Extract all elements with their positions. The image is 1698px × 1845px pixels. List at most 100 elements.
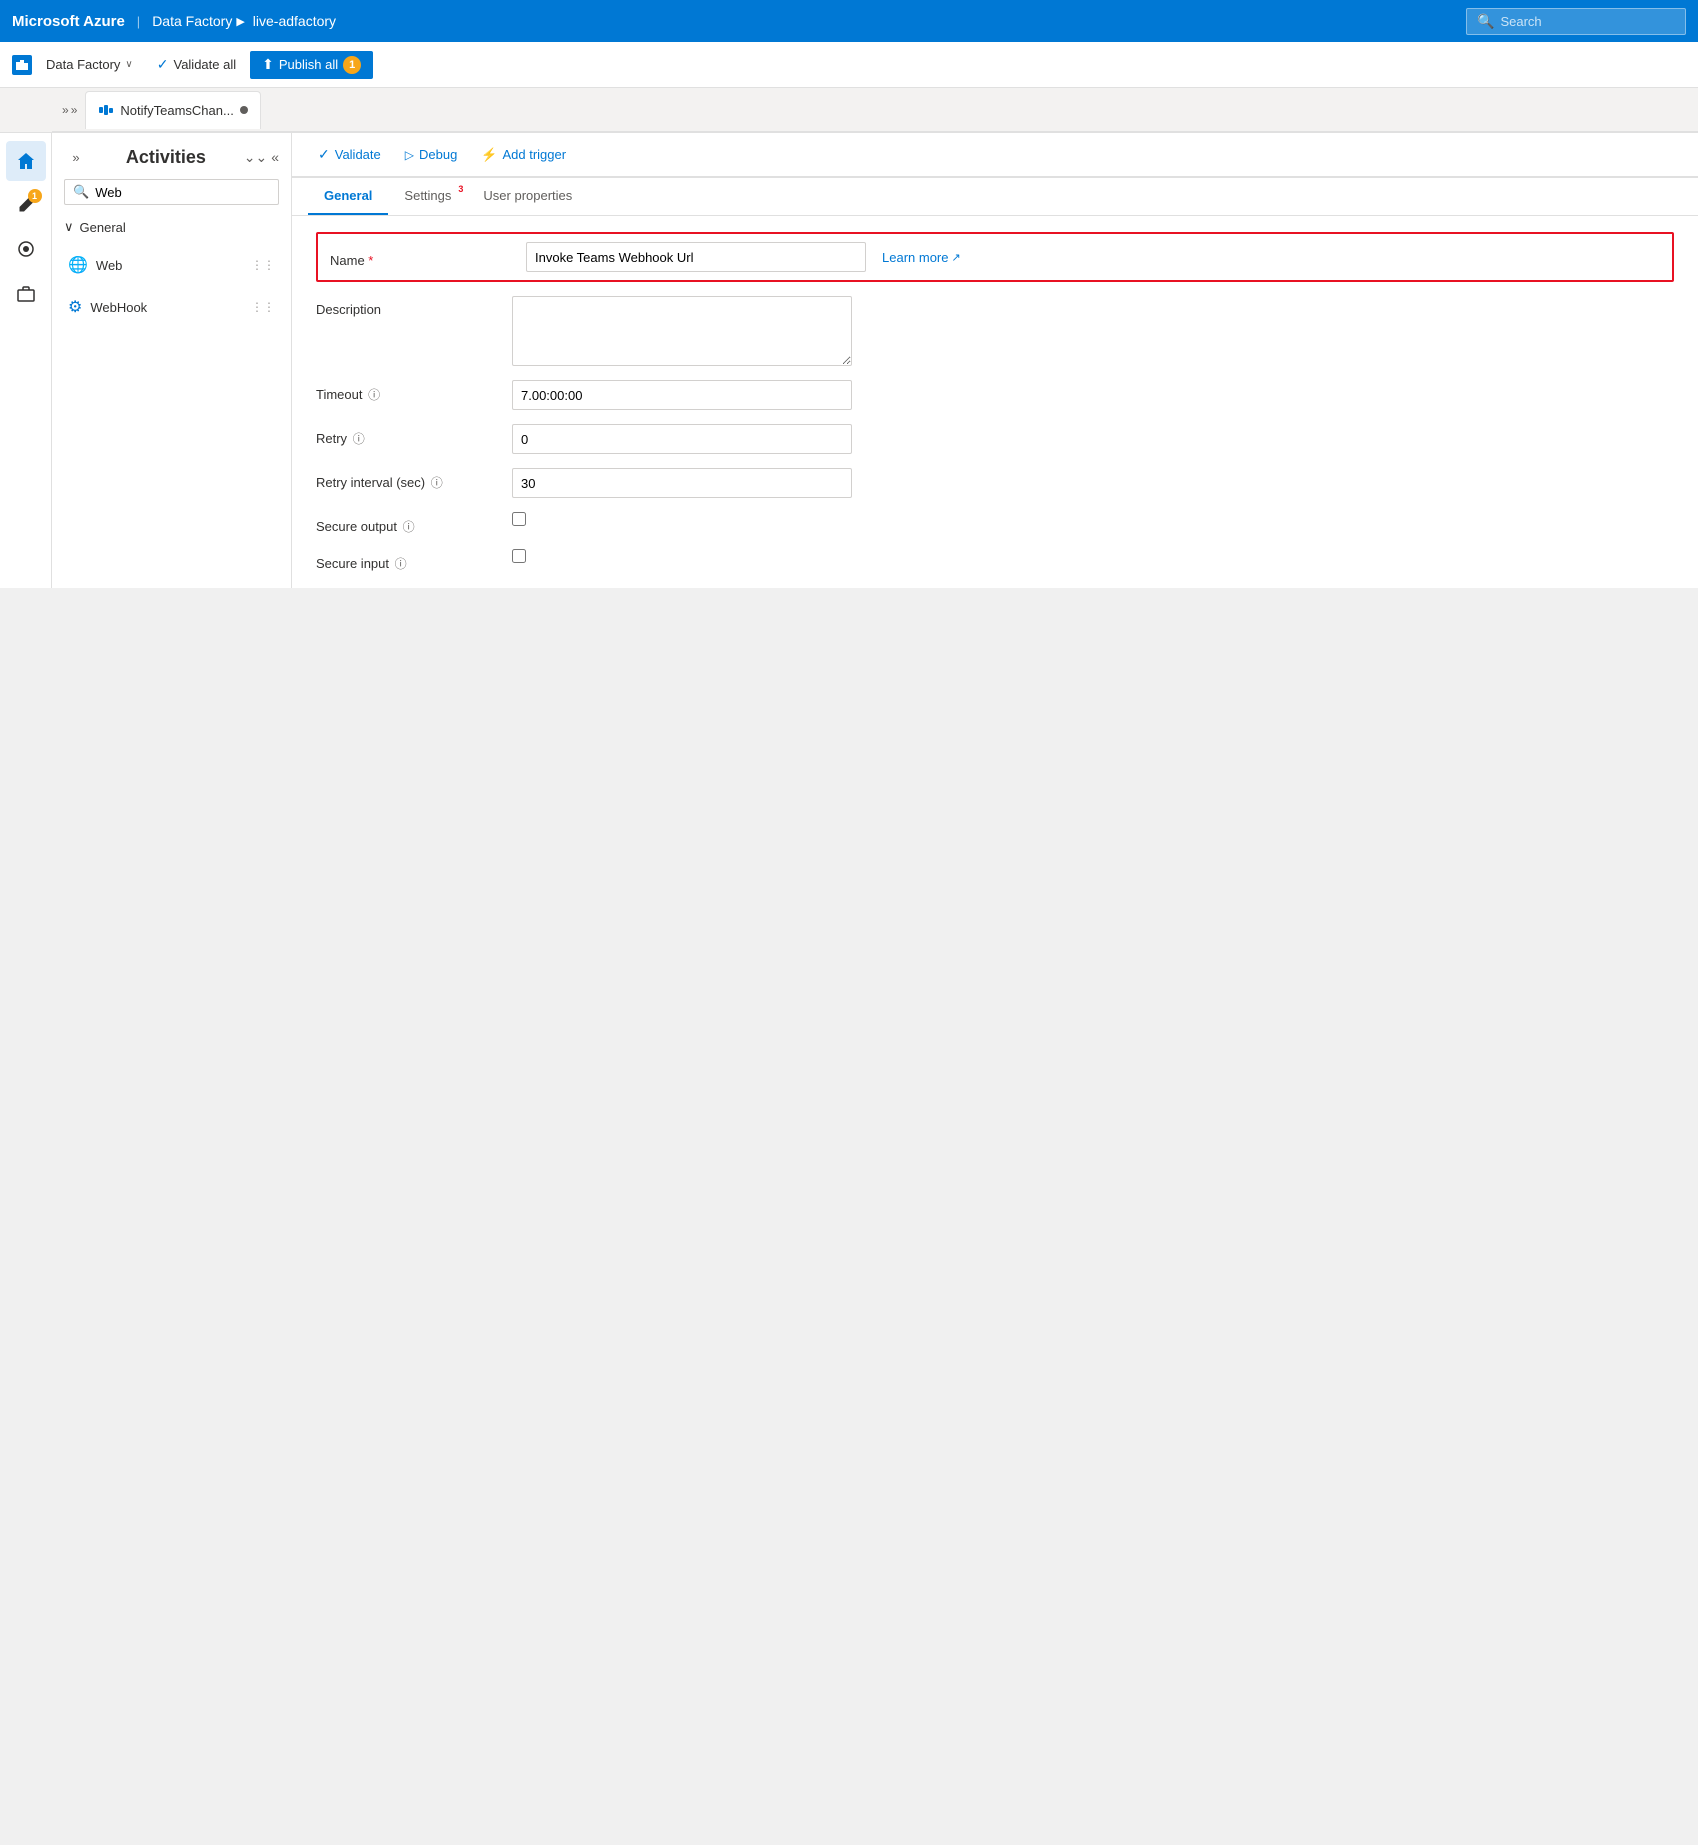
timeout-label-text: Timeout: [316, 387, 362, 402]
sidebar-item-home[interactable]: [6, 141, 46, 181]
search-box[interactable]: 🔍: [1466, 8, 1686, 35]
service-name[interactable]: Data Factory ▶: [152, 13, 245, 29]
validate-all-btn[interactable]: ✓ Validate all: [147, 51, 246, 78]
nav-arrow-icon: ▶: [236, 15, 244, 28]
retry-interval-info-icon[interactable]: ⓘ: [431, 476, 443, 490]
nav-separator: |: [137, 14, 140, 29]
validate-all-label: Validate all: [173, 57, 236, 72]
description-row: Description: [316, 296, 1674, 366]
collapse-left-icon[interactable]: «: [271, 149, 279, 166]
tab-user-properties[interactable]: User properties: [467, 178, 588, 215]
retry-interval-row: Retry interval (sec) ⓘ: [316, 468, 1674, 498]
name-field-label: Name: [330, 247, 510, 268]
settings-badge: 3: [458, 184, 463, 194]
timeout-input[interactable]: [512, 380, 852, 410]
tab-expand-btn[interactable]: »»: [56, 103, 83, 117]
secure-output-info-icon[interactable]: ⓘ: [403, 520, 415, 534]
publish-badge: 1: [343, 56, 361, 74]
activities-header: » Activities ⌄⌄ «: [60, 145, 283, 169]
secure-input-info-icon[interactable]: ⓘ: [395, 557, 407, 571]
main-toolbar: Data Factory ∨ ✓ Validate all ⬆ Publish …: [0, 42, 1698, 88]
secure-input-checkbox[interactable]: [512, 549, 526, 563]
activities-search-box[interactable]: 🔍: [64, 179, 279, 205]
activities-panel: » Activities ⌄⌄ « 🔍 ∨ General: [52, 133, 292, 588]
activity-item-webhook[interactable]: ⚙ WebHook ⋮⋮: [60, 291, 283, 323]
bottom-tabs: General Settings 3 User properties: [292, 178, 1698, 216]
webhook-activity-label: WebHook: [90, 300, 147, 315]
secure-output-label: Secure output ⓘ: [316, 512, 496, 535]
learn-more-link[interactable]: Learn more ↗: [882, 250, 961, 265]
general-tab-label: General: [324, 188, 372, 203]
bottom-panel: General Settings 3 User properties: [292, 177, 1698, 588]
retry-label-text: Retry: [316, 431, 347, 446]
resource-name: live-adfactory: [253, 13, 336, 29]
drag-handle-icon[interactable]: ⋮⋮: [251, 258, 275, 272]
drag-handle-webhook-icon[interactable]: ⋮⋮: [251, 300, 275, 314]
secure-output-row: Secure output ⓘ: [316, 512, 1674, 535]
secure-input-label: Secure input ⓘ: [316, 549, 496, 572]
secure-input-label-text: Secure input: [316, 556, 389, 571]
activities-search-input[interactable]: [95, 185, 270, 200]
tab-settings[interactable]: Settings 3: [388, 178, 467, 215]
checkmark-icon: ✓: [157, 56, 169, 73]
timeout-info-icon[interactable]: ⓘ: [368, 388, 380, 402]
retry-row: Retry ⓘ: [316, 424, 1674, 454]
factory-dropdown-btn[interactable]: Data Factory ∨: [36, 52, 143, 77]
factory-icon: [12, 55, 32, 75]
timeout-label: Timeout ⓘ: [316, 380, 496, 403]
canvas-toolbar: ✓ Validate ▷ Debug ⚡ Add trigger: [292, 133, 1698, 177]
validate-btn[interactable]: ✓ Validate: [308, 141, 391, 168]
bottom-form: Name Learn more ↗ Description: [292, 216, 1698, 588]
search-icon: 🔍: [73, 184, 89, 200]
web-activity-label: Web: [96, 258, 123, 273]
secure-output-checkbox[interactable]: [512, 512, 526, 526]
lightning-icon: ⚡: [481, 147, 497, 163]
debug-btn[interactable]: ▷ Debug: [395, 142, 468, 167]
external-link-icon: ↗: [951, 251, 960, 264]
description-input[interactable]: [512, 296, 852, 366]
sidebar-item-monitor[interactable]: [6, 229, 46, 269]
publish-all-btn[interactable]: ⬆ Publish all 1: [250, 51, 373, 79]
chevron-icon: ∨: [125, 59, 132, 70]
pipeline-tab[interactable]: NotifyTeamsChan...: [85, 91, 260, 129]
validate-label: Validate: [335, 147, 381, 162]
retry-interval-label: Retry interval (sec) ⓘ: [316, 468, 496, 491]
validate-check-icon: ✓: [318, 146, 330, 163]
add-trigger-btn[interactable]: ⚡ Add trigger: [471, 142, 576, 168]
sidebar-item-briefcase[interactable]: [6, 273, 46, 313]
canvas-wrapper: ✓ Validate ▷ Debug ⚡ Add trigger: [292, 133, 1698, 588]
collapse-icon[interactable]: ⌄⌄: [244, 149, 267, 166]
tab-modified-dot: [240, 106, 248, 114]
description-label: Description: [316, 296, 496, 317]
tab-bar: »» NotifyTeamsChan...: [52, 88, 1698, 132]
chevron-down-icon: ∨: [64, 219, 74, 235]
factory-label: Data Factory: [46, 57, 120, 72]
timeout-row: Timeout ⓘ: [316, 380, 1674, 410]
web-activity-icon: 🌐: [68, 255, 88, 275]
activities-title: Activities: [126, 147, 206, 168]
icon-sidebar: 1: [0, 133, 52, 588]
tab-label: NotifyTeamsChan...: [120, 103, 233, 118]
name-input[interactable]: [526, 242, 866, 272]
webhook-activity-icon: ⚙: [68, 297, 82, 317]
publish-all-label: Publish all: [279, 57, 338, 72]
settings-tab-label: Settings: [404, 188, 451, 203]
play-icon: ▷: [405, 148, 414, 162]
user-properties-tab-label: User properties: [483, 188, 572, 203]
name-field-wrapper: Name Learn more ↗: [316, 232, 1674, 282]
top-navigation: Microsoft Azure | Data Factory ▶ live-ad…: [0, 0, 1698, 42]
activities-category-general[interactable]: ∨ General: [60, 215, 283, 239]
sidebar-item-pencil[interactable]: 1: [6, 185, 46, 225]
secure-input-row: Secure input ⓘ: [316, 549, 1674, 572]
retry-interval-input[interactable]: [512, 468, 852, 498]
tab-general[interactable]: General: [308, 178, 388, 215]
breadcrumb-expand-icon[interactable]: »: [64, 145, 88, 169]
activity-item-web[interactable]: 🌐 Web ⋮⋮: [60, 249, 283, 281]
search-input[interactable]: [1500, 14, 1675, 29]
brand-name: Microsoft Azure: [12, 13, 125, 30]
retry-input[interactable]: [512, 424, 852, 454]
search-icon: 🔍: [1477, 13, 1494, 30]
secure-output-label-text: Secure output: [316, 519, 397, 534]
retry-info-icon[interactable]: ⓘ: [353, 432, 365, 446]
debug-label: Debug: [419, 147, 457, 162]
